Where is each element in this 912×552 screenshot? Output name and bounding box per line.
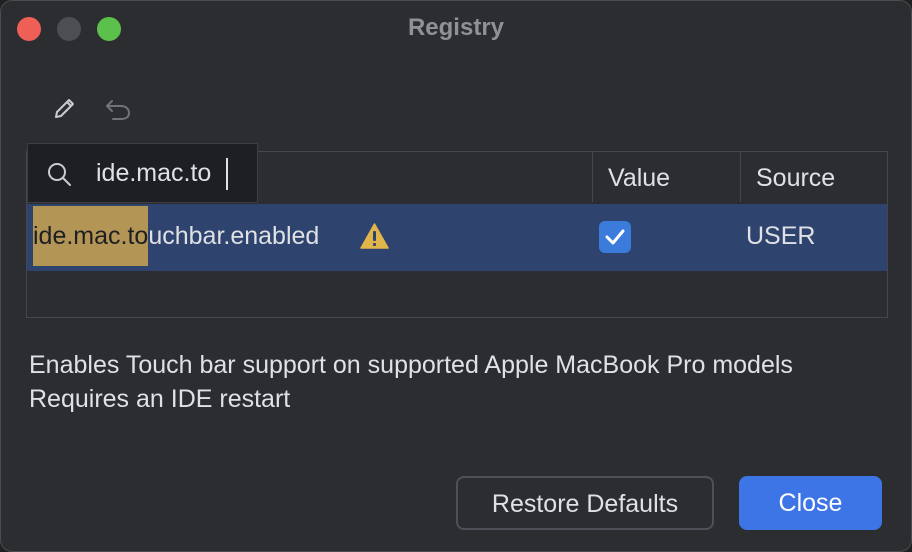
close-button[interactable]: Close (739, 476, 882, 530)
column-header-value[interactable]: Value (608, 164, 670, 193)
warning-icon (360, 223, 389, 250)
description-line: Requires an IDE restart (29, 385, 291, 413)
column-header-source[interactable]: Source (756, 164, 835, 193)
registry-dialog: Registry Value Source ide.mac.touchbar.e… (0, 0, 912, 552)
search-input[interactable] (96, 156, 246, 190)
undo-icon[interactable] (103, 93, 133, 123)
window-title: Registry (407, 14, 505, 41)
source-value: USER (746, 222, 816, 250)
text-caret (226, 158, 228, 190)
description-line: Enables Touch bar support on supported A… (29, 351, 793, 379)
value-checkbox[interactable] (599, 221, 631, 253)
restore-defaults-button[interactable]: Restore Defaults (456, 476, 714, 530)
description: Enables Touch bar support on supported A… (29, 348, 793, 416)
registry-key-rest: uchbar.enabled (148, 222, 320, 250)
column-separator[interactable] (592, 152, 593, 202)
search-popup (27, 143, 258, 203)
search-match-highlight: ide.mac.to (33, 206, 149, 266)
registry-key: ide.mac.touchbar.enabled (33, 206, 320, 266)
pencil-icon[interactable] (50, 93, 80, 123)
search-icon (46, 161, 72, 187)
column-separator[interactable] (740, 152, 741, 202)
title-bar: Registry (1, 1, 911, 55)
table-row[interactable]: ide.mac.touchbar.enabled USER (27, 204, 887, 271)
